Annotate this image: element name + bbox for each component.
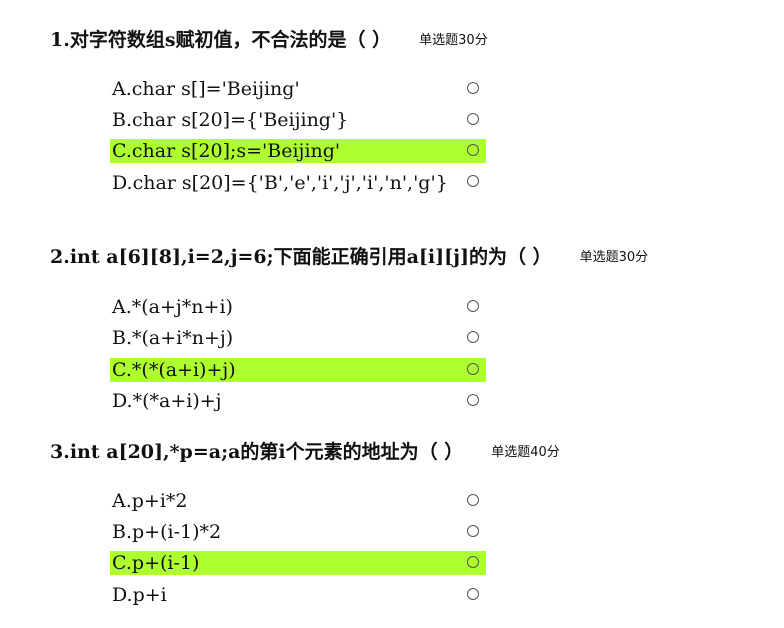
option-label: B.char s[20]={'Beijing'} <box>112 109 349 131</box>
radio-circle-icon[interactable] <box>467 525 479 537</box>
question-number: 2. <box>50 246 70 268</box>
option-a[interactable]: A.*(a+j*n+i) <box>110 295 486 319</box>
question-title: 3.int a[20],*p=a;a的第i个元素的地址为（ ） 单选题40分 <box>50 440 560 465</box>
radio-circle-icon[interactable] <box>467 363 479 375</box>
radio-circle-icon[interactable] <box>467 144 479 156</box>
question-number: 1. <box>50 29 70 51</box>
option-label: C.p+(i-1) <box>112 552 200 574</box>
radio-circle-icon[interactable] <box>467 394 479 406</box>
radio-circle-icon[interactable] <box>467 556 479 568</box>
radio-circle-icon[interactable] <box>467 331 479 343</box>
question-type-label: 单选题40分 <box>491 445 560 460</box>
option-label: B.*(a+i*n+j) <box>112 327 234 349</box>
option-b[interactable]: B.*(a+i*n+j) <box>110 326 486 350</box>
radio-circle-icon[interactable] <box>467 494 479 506</box>
option-a[interactable]: A.char s[]='Beijing' <box>110 77 486 101</box>
option-c[interactable]: C.*(*(a+i)+j) <box>110 358 486 382</box>
question-type-label: 单选题30分 <box>579 250 649 265</box>
radio-circle-icon[interactable] <box>467 113 479 125</box>
option-d[interactable]: D.char s[20]={'B','e','i','j','i','n','g… <box>110 170 486 222</box>
option-d[interactable]: D.*(*a+i)+j <box>110 389 486 413</box>
question-text: 对字符数组s赋初值，不合法的是（ ） <box>69 29 392 51</box>
option-a[interactable]: A.p+i*2 <box>110 489 486 513</box>
question-text: int a[20],*p=a;a的第i个元素的地址为（ ） <box>69 441 464 463</box>
radio-circle-icon[interactable] <box>467 300 479 312</box>
option-c[interactable]: C.char s[20];s='Beijing' <box>110 139 486 163</box>
option-label: D.*(*a+i)+j <box>112 390 222 412</box>
option-label: A.char s[]='Beijing' <box>112 78 300 100</box>
option-b[interactable]: B.char s[20]={'Beijing'} <box>110 108 486 132</box>
option-c[interactable]: C.p+(i-1) <box>110 551 486 575</box>
question-title: 2.int a[6][8],i=2,j=6;下面能正确引用a[i][j]的为（ … <box>50 245 648 270</box>
question-number: 3. <box>50 441 70 463</box>
question-title: 1.对字符数组s赋初值，不合法的是（ ） 单选题30分 <box>50 28 488 53</box>
radio-circle-icon[interactable] <box>467 82 479 94</box>
option-label: A.*(a+j*n+i) <box>112 296 233 318</box>
option-label: B.p+(i-1)*2 <box>112 521 222 543</box>
option-label: A.p+i*2 <box>112 490 188 512</box>
option-label: D.char s[20]={'B','e','i','j','i','n','g… <box>112 172 448 194</box>
radio-circle-icon[interactable] <box>467 588 479 600</box>
question-text: int a[6][8],i=2,j=6;下面能正确引用a[i][j]的为（ ） <box>69 246 552 268</box>
option-label: C.char s[20];s='Beijing' <box>112 140 341 162</box>
question-type-label: 单选题30分 <box>419 33 488 48</box>
option-d[interactable]: D.p+i <box>110 583 486 607</box>
radio-circle-icon[interactable] <box>467 175 479 187</box>
option-b[interactable]: B.p+(i-1)*2 <box>110 520 486 544</box>
option-label: C.*(*(a+i)+j) <box>112 359 236 381</box>
option-label: D.p+i <box>112 584 167 606</box>
